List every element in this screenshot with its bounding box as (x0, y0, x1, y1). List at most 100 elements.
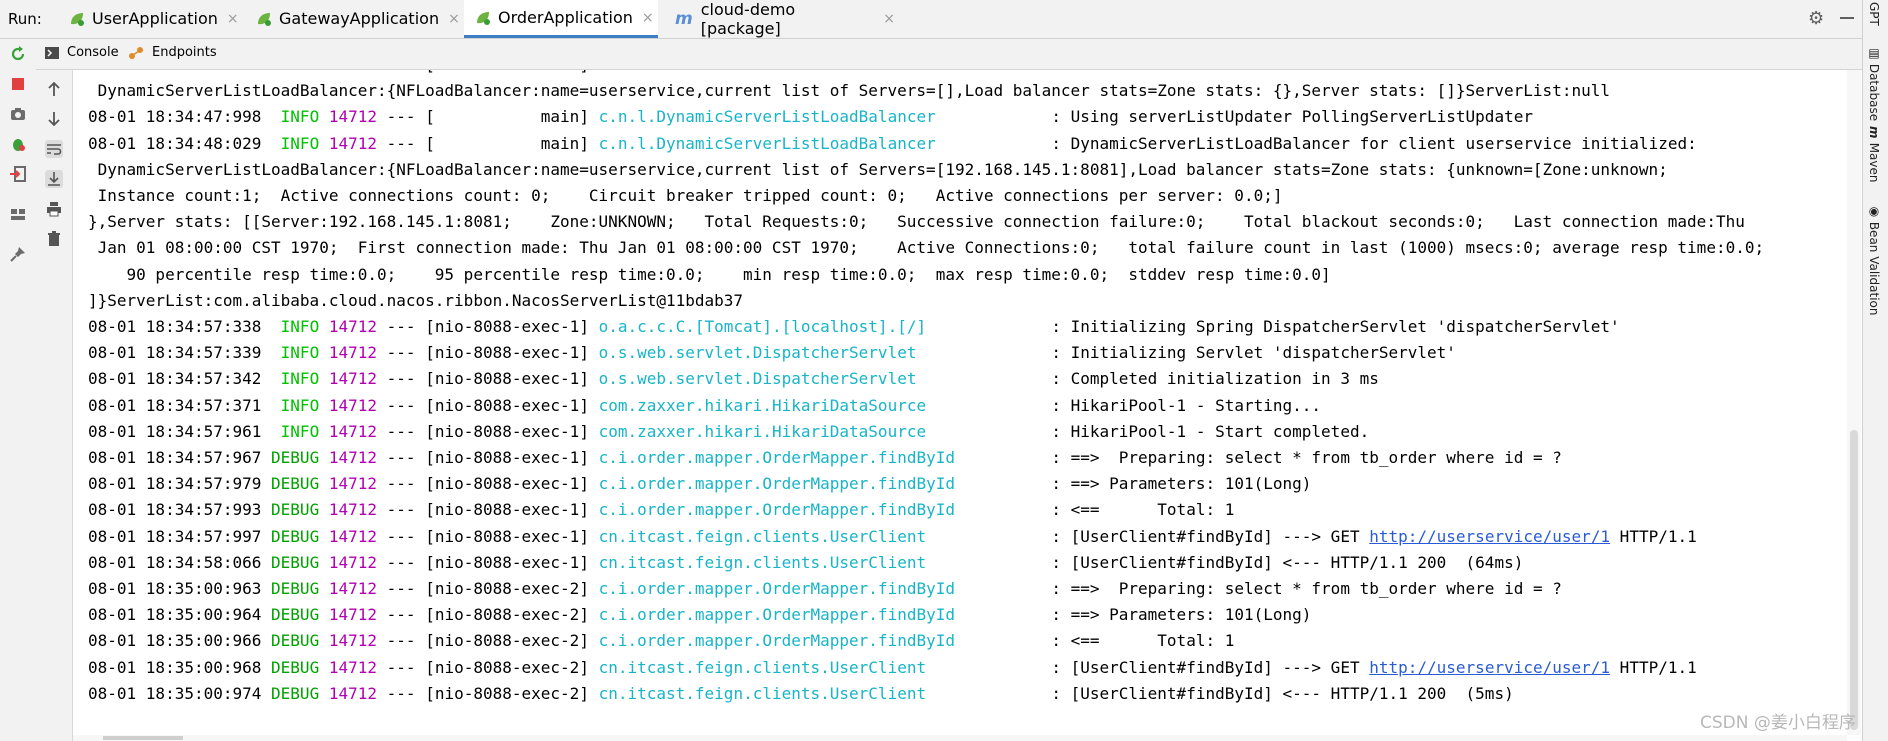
log-timestamp: 08-01 18:35:00:963 (88, 579, 272, 599)
login-icon[interactable] (9, 165, 27, 183)
log-logger: c.n.l.DynamicServerListLoadBalancer (598, 107, 994, 127)
database-label: Database (1867, 63, 1881, 122)
log-line: 08-01 18:34:57:967 DEBUG 14712 --- [nio-… (88, 448, 1562, 467)
log-timestamp: 08-01 18:34:57:338 (88, 317, 272, 337)
gear-icon[interactable]: ⚙ (1808, 8, 1824, 29)
run-tab-gatewayapplication[interactable]: GatewayApplication × (245, 0, 460, 37)
log-message: : ==> Parameters: 101(Long) (993, 605, 1312, 625)
tab-endpoints[interactable]: Endpoints (128, 45, 217, 60)
console-output[interactable]: 08-01 18:34:47:988 INFO 14712 --- [ main… (73, 70, 1847, 735)
close-icon[interactable]: × (883, 11, 895, 27)
log-timestamp: 08-01 18:35:00:974 (88, 683, 272, 703)
watermark: CSDN @姜小白程序 (1700, 713, 1856, 733)
database-tool-tab[interactable]: ▤ Database (1867, 46, 1881, 121)
log-separator: --- (377, 421, 426, 441)
bean-validation-icon: ◉ (1867, 204, 1881, 222)
run-left-toolbar (0, 39, 37, 741)
log-line: },Server stats: [[Server:192.168.145.1:8… (88, 212, 1745, 231)
tab-label: UserApplication (92, 9, 218, 28)
log-pid: 14712 (328, 369, 378, 389)
log-separator: --- (377, 579, 426, 599)
pin-icon[interactable] (9, 245, 27, 263)
arrow-up-icon[interactable] (45, 80, 63, 98)
log-timestamp: 08-01 18:34:47:988 (88, 70, 271, 74)
run-tab-orderapplication[interactable]: OrderApplication × (464, 0, 658, 38)
scroll-to-end-icon[interactable] (45, 170, 63, 188)
log-pid: 14712 (328, 421, 378, 441)
print-icon[interactable] (45, 200, 63, 218)
camera-icon[interactable] (9, 105, 27, 123)
log-message: : [UserClient#findById] <--- HTTP/1.1 20… (993, 683, 1514, 703)
log-thread: [nio-8088-exec-2] (425, 683, 599, 703)
log-line: DynamicServerListLoadBalancer:{NFLoadBal… (88, 160, 1668, 179)
arrow-down-icon[interactable] (45, 110, 63, 128)
log-line: Instance count:1; Active connections cou… (88, 186, 1283, 205)
soft-wrap-icon[interactable] (45, 140, 63, 158)
log-line: 90 percentile resp time:0.0; 95 percenti… (88, 265, 1331, 284)
scrollbar-thumb[interactable] (1850, 430, 1858, 730)
scrollbar-thumb[interactable] (103, 736, 183, 740)
close-icon[interactable]: × (227, 11, 239, 27)
log-level: INFO (271, 107, 320, 127)
log-message-tail: HTTP/1.1 (1610, 526, 1697, 546)
log-thread: [nio-8088-exec-1] (425, 526, 599, 546)
log-pid: 14712 (329, 70, 377, 74)
log-line: 08-01 18:35:00:968 DEBUG 14712 --- [nio-… (88, 658, 1697, 677)
log-logger: o.a.c.c.C.[Tomcat].[localhost].[/] (598, 317, 994, 337)
log-separator: --- (377, 526, 426, 546)
minimize-icon[interactable] (1840, 17, 1854, 19)
tab-console[interactable]: Console (45, 45, 119, 60)
log-logger: c.i.order.mapper.OrderMapper.findById (598, 631, 994, 651)
layout-icon[interactable] (9, 205, 27, 223)
log-separator: --- (377, 133, 426, 153)
vertical-scrollbar[interactable] (1847, 70, 1861, 735)
close-icon[interactable]: × (642, 10, 654, 26)
log-link[interactable]: http://userservice/user/1 (1369, 658, 1610, 677)
log-thread: [nio-8088-exec-1] (425, 474, 599, 494)
log-message-tail: HTTP/1.1 (1610, 657, 1697, 677)
log-logger: c.i.order.mapper.OrderMapper.findById (598, 448, 994, 468)
run-tab-cloud-demo-package[interactable]: m cloud-demo [package] × (665, 0, 895, 38)
log-logger: c.netflix.loadbalancer.BaseLoadBalancer (599, 70, 1023, 74)
log-separator: --- (377, 107, 426, 127)
log-separator: --- (377, 657, 426, 677)
log-pid: 14712 (328, 683, 378, 703)
log-line: 08-01 18:34:58:066 DEBUG 14712 --- [nio-… (88, 553, 1523, 572)
log-pid: 14712 (328, 474, 378, 494)
rerun-icon[interactable] (9, 45, 27, 63)
log-logger: cn.itcast.feign.clients.UserClient (598, 552, 994, 572)
console-left-toolbar (36, 70, 73, 741)
log-level: INFO (271, 343, 320, 363)
log-link[interactable]: http://userservice/user/1 (1369, 527, 1610, 546)
run-tool-window-header: Run: UserApplication × GatewayApplicatio… (0, 0, 1862, 39)
stop-icon[interactable] (9, 75, 27, 93)
log-continuation: 90 percentile resp time:0.0; 95 percenti… (88, 264, 1331, 284)
log-level: INFO (271, 421, 320, 441)
bean-validation-tool-tab[interactable]: ◉ Bean Validation (1867, 204, 1881, 315)
log-message: : ==> Preparing: select * from tb_order … (993, 579, 1562, 599)
close-icon[interactable]: × (448, 11, 460, 27)
log-continuation: Jan 01 08:00:00 CST 1970; First connecti… (88, 238, 1765, 258)
log-pid: 14712 (328, 657, 378, 677)
log-level: DEBUG (271, 500, 320, 520)
log-level: DEBUG (271, 683, 320, 703)
log-logger: c.i.order.mapper.OrderMapper.findById (598, 605, 994, 625)
debug-icon[interactable] (9, 135, 27, 153)
run-tab-userapplication[interactable]: UserApplication × (58, 0, 239, 37)
database-icon: ▤ (1867, 46, 1881, 64)
log-pid: 14712 (328, 631, 378, 651)
log-thread: [nio-8088-exec-1] (425, 500, 599, 520)
log-thread: [ main] (425, 70, 598, 74)
log-separator: --- (377, 683, 426, 703)
log-line: Jan 01 08:00:00 CST 1970; First connecti… (88, 238, 1764, 257)
log-timestamp: 08-01 18:34:57:339 (88, 343, 272, 363)
log-message: : DynamicServerListLoadBalancer for clie… (993, 133, 1697, 153)
log-line: 08-01 18:34:57:342 INFO 14712 --- [nio-8… (88, 369, 1379, 388)
trash-icon[interactable] (45, 230, 63, 248)
gpt-tool-tab[interactable]: GPT (1867, 2, 1881, 26)
log-level: INFO (271, 133, 320, 153)
log-timestamp: 08-01 18:34:57:979 (88, 474, 272, 494)
horizontal-scrollbar[interactable] (73, 735, 1847, 741)
maven-tool-tab[interactable]: m Maven (1867, 126, 1881, 182)
console-log: 08-01 18:34:47:988 INFO 14712 --- [ main… (88, 70, 1764, 707)
